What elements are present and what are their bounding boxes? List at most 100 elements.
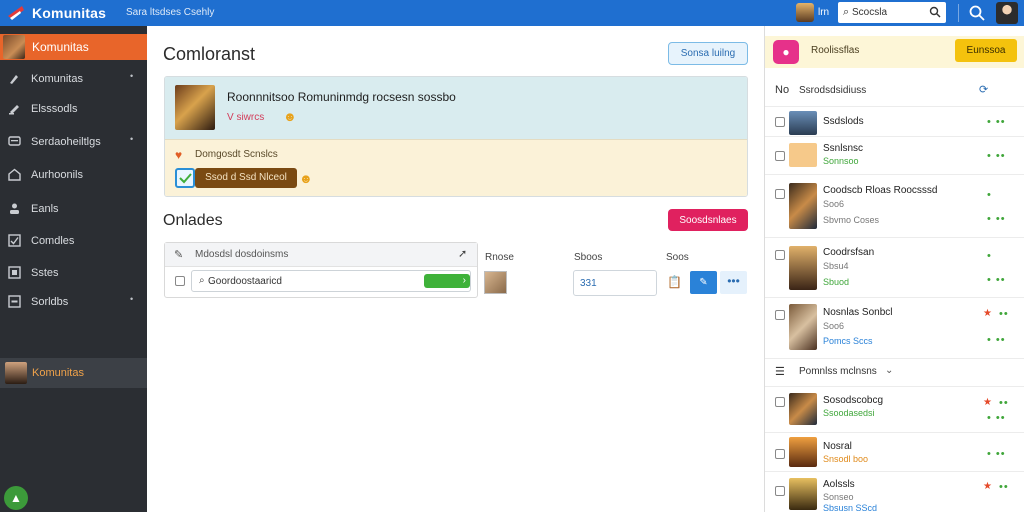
primary-square-button[interactable]: ✎ [690, 271, 717, 294]
search-icon: ⌕ [199, 275, 205, 286]
logo-icon[interactable] [6, 4, 26, 22]
brand-name[interactable]: Komunitas [32, 5, 106, 21]
table-header: ✎ Mdosdsl dosdoinsms ➚ [165, 243, 477, 267]
edit-icon[interactable]: ✎ [174, 248, 183, 261]
row-thumbnail [789, 111, 817, 135]
search-button-icon[interactable] [968, 4, 986, 22]
list-item[interactable]: Aolssls Sonseo Sbsusn SScd ★ •• [765, 471, 1024, 512]
user-name[interactable]: lrn [818, 7, 829, 18]
row-title: Nosral [823, 441, 852, 452]
sidebar-item-sstes[interactable]: Sstes [0, 262, 147, 284]
value-field[interactable] [573, 270, 657, 296]
row-checkbox[interactable] [775, 189, 785, 199]
search-input[interactable] [852, 5, 926, 20]
section-header-label: Ssrodsdsidiuss [799, 85, 867, 96]
clipboard-icon[interactable]: 📋 [667, 275, 682, 289]
user-avatar[interactable] [796, 3, 814, 22]
row-title: Ssnlsnsc [823, 143, 864, 154]
list-item[interactable]: Coodscb Rloas Roocsssd Soo6 Sbvmo Coses … [765, 174, 1024, 236]
sidebar-item-eanls[interactable]: Eanls [0, 198, 147, 220]
checkbox-icon [8, 234, 21, 247]
column-label: Sboos [574, 252, 603, 263]
status-dots-icon: • •• [987, 412, 1006, 424]
add-button[interactable]: ▲ [4, 486, 28, 510]
plus-icon: ▲ [10, 491, 22, 505]
star-icon: ★ [983, 308, 992, 319]
profile-avatar[interactable] [996, 2, 1018, 24]
column-label: Rnose [485, 252, 514, 263]
banner-button[interactable]: Eunssoa [955, 39, 1017, 62]
list-item[interactable]: Ssdslods • •• [765, 106, 1024, 136]
list-item[interactable]: Nosral Snsodl boo • •• [765, 432, 1024, 470]
sidebar-header[interactable]: Komunitas [0, 34, 147, 60]
row-title: Aolssls [823, 479, 855, 490]
row-checkbox[interactable] [775, 449, 785, 459]
search-box[interactable]: ⌕ [838, 2, 946, 23]
card-thumbnail[interactable] [175, 85, 215, 130]
banner-label: Roolissflas [811, 45, 860, 56]
list-item[interactable]: Sosodscobcg Ssoodasedsi ★ •• • •• [765, 386, 1024, 432]
sidebar-item-komunitas[interactable]: Komunitas • [0, 68, 147, 90]
card-title[interactable]: Roonnnitsoo Romuninmdg rocsesn sossbo [227, 90, 456, 104]
sidebar-item-sorldbs[interactable]: Sorldbs • [0, 291, 147, 313]
pencil-icon [9, 105, 19, 115]
notification-badge-icon[interactable]: ● [773, 40, 799, 64]
check-icon[interactable] [175, 168, 195, 188]
list-item[interactable]: Ssnlsnsc Sonnsoo • •• [765, 136, 1024, 172]
column-thumbnail[interactable] [484, 271, 507, 294]
row-thumbnail [789, 143, 817, 167]
status-dots-icon: • [987, 189, 992, 201]
row-thumbnail [789, 183, 817, 229]
row-checkbox[interactable] [175, 276, 185, 286]
row-subtitle: Pomcs Sccs [823, 336, 873, 346]
more-options-button[interactable]: ••• [720, 271, 747, 294]
column-label: Soos [666, 252, 689, 263]
sidebar-item-serdaoheiltlgs[interactable]: Serdaoheiltlgs • [0, 131, 147, 153]
sidebar-item-label: Serdaoheiltlgs [31, 136, 101, 148]
status-dots-icon: •• [999, 308, 1009, 320]
table-input-box[interactable]: ⌕ › [191, 270, 471, 292]
row-checkbox[interactable] [775, 250, 785, 260]
chevron-down-icon: • [130, 134, 134, 144]
community-icon [10, 75, 18, 84]
emoji-icon: ☻ [283, 109, 297, 124]
row-checkbox[interactable] [775, 151, 785, 161]
row-subtitle: Sonnsoo [823, 156, 859, 166]
table-input[interactable] [208, 274, 408, 288]
row-checkbox[interactable] [775, 486, 785, 496]
row-subtitle: Sbuod [823, 277, 850, 287]
sidebar-item-label: Eanls [31, 203, 59, 215]
arrow-icon[interactable]: ➚ [458, 247, 467, 260]
section-header[interactable]: ☰ Pomnlss mclnsns ⌄ [765, 358, 1024, 384]
topbar-divider [958, 4, 959, 22]
sidebar-active-community[interactable]: Komunitas [0, 358, 147, 388]
list-icon: ☰ [775, 366, 785, 378]
row-meta: Sbsu4 [823, 261, 849, 271]
row-checkbox[interactable] [775, 310, 785, 320]
card-pill-button[interactable]: Ssod d Ssd Nlceol [195, 168, 297, 188]
more-icon: ••• [727, 274, 740, 288]
row-thumbnail [789, 304, 817, 350]
row-checkbox[interactable] [775, 117, 785, 127]
status-dots-icon: • •• [987, 213, 1006, 225]
go-button[interactable]: › [424, 274, 470, 288]
top-action-button[interactable]: Sonsa luilng [668, 42, 748, 65]
row-checkbox[interactable] [775, 397, 785, 407]
status-dots-icon: • •• [987, 448, 1006, 460]
refresh-icon[interactable]: ⟳ [979, 83, 988, 96]
value-input[interactable] [580, 276, 650, 290]
row-meta: Sonseo [823, 492, 854, 502]
page-title: Comloranst [163, 44, 256, 64]
row-title: Coodscb Rloas Roocsssd [823, 185, 938, 196]
user-icon [10, 203, 19, 214]
search-icon[interactable] [929, 5, 941, 19]
sidebar-item-aurhoonils[interactable]: Aurhoonils [0, 164, 147, 186]
list-item[interactable]: Nosnlas Sonbcl Soo6 Pomcs Sccs ★ •• • •• [765, 297, 1024, 357]
row-subtitle: Snsodl boo [823, 454, 869, 464]
sidebar-item-elsssodls[interactable]: Elsssodls [0, 98, 147, 120]
row-thumbnail [789, 437, 817, 467]
list-item[interactable]: Coodrsfsan Sbsu4 Sbuod • • •• [765, 237, 1024, 297]
row-title: Nosnlas Sonbcl [823, 307, 893, 318]
sidebar-item-comdles[interactable]: Comdles [0, 230, 147, 252]
pink-action-button[interactable]: Soosdsnlaes [668, 209, 748, 231]
